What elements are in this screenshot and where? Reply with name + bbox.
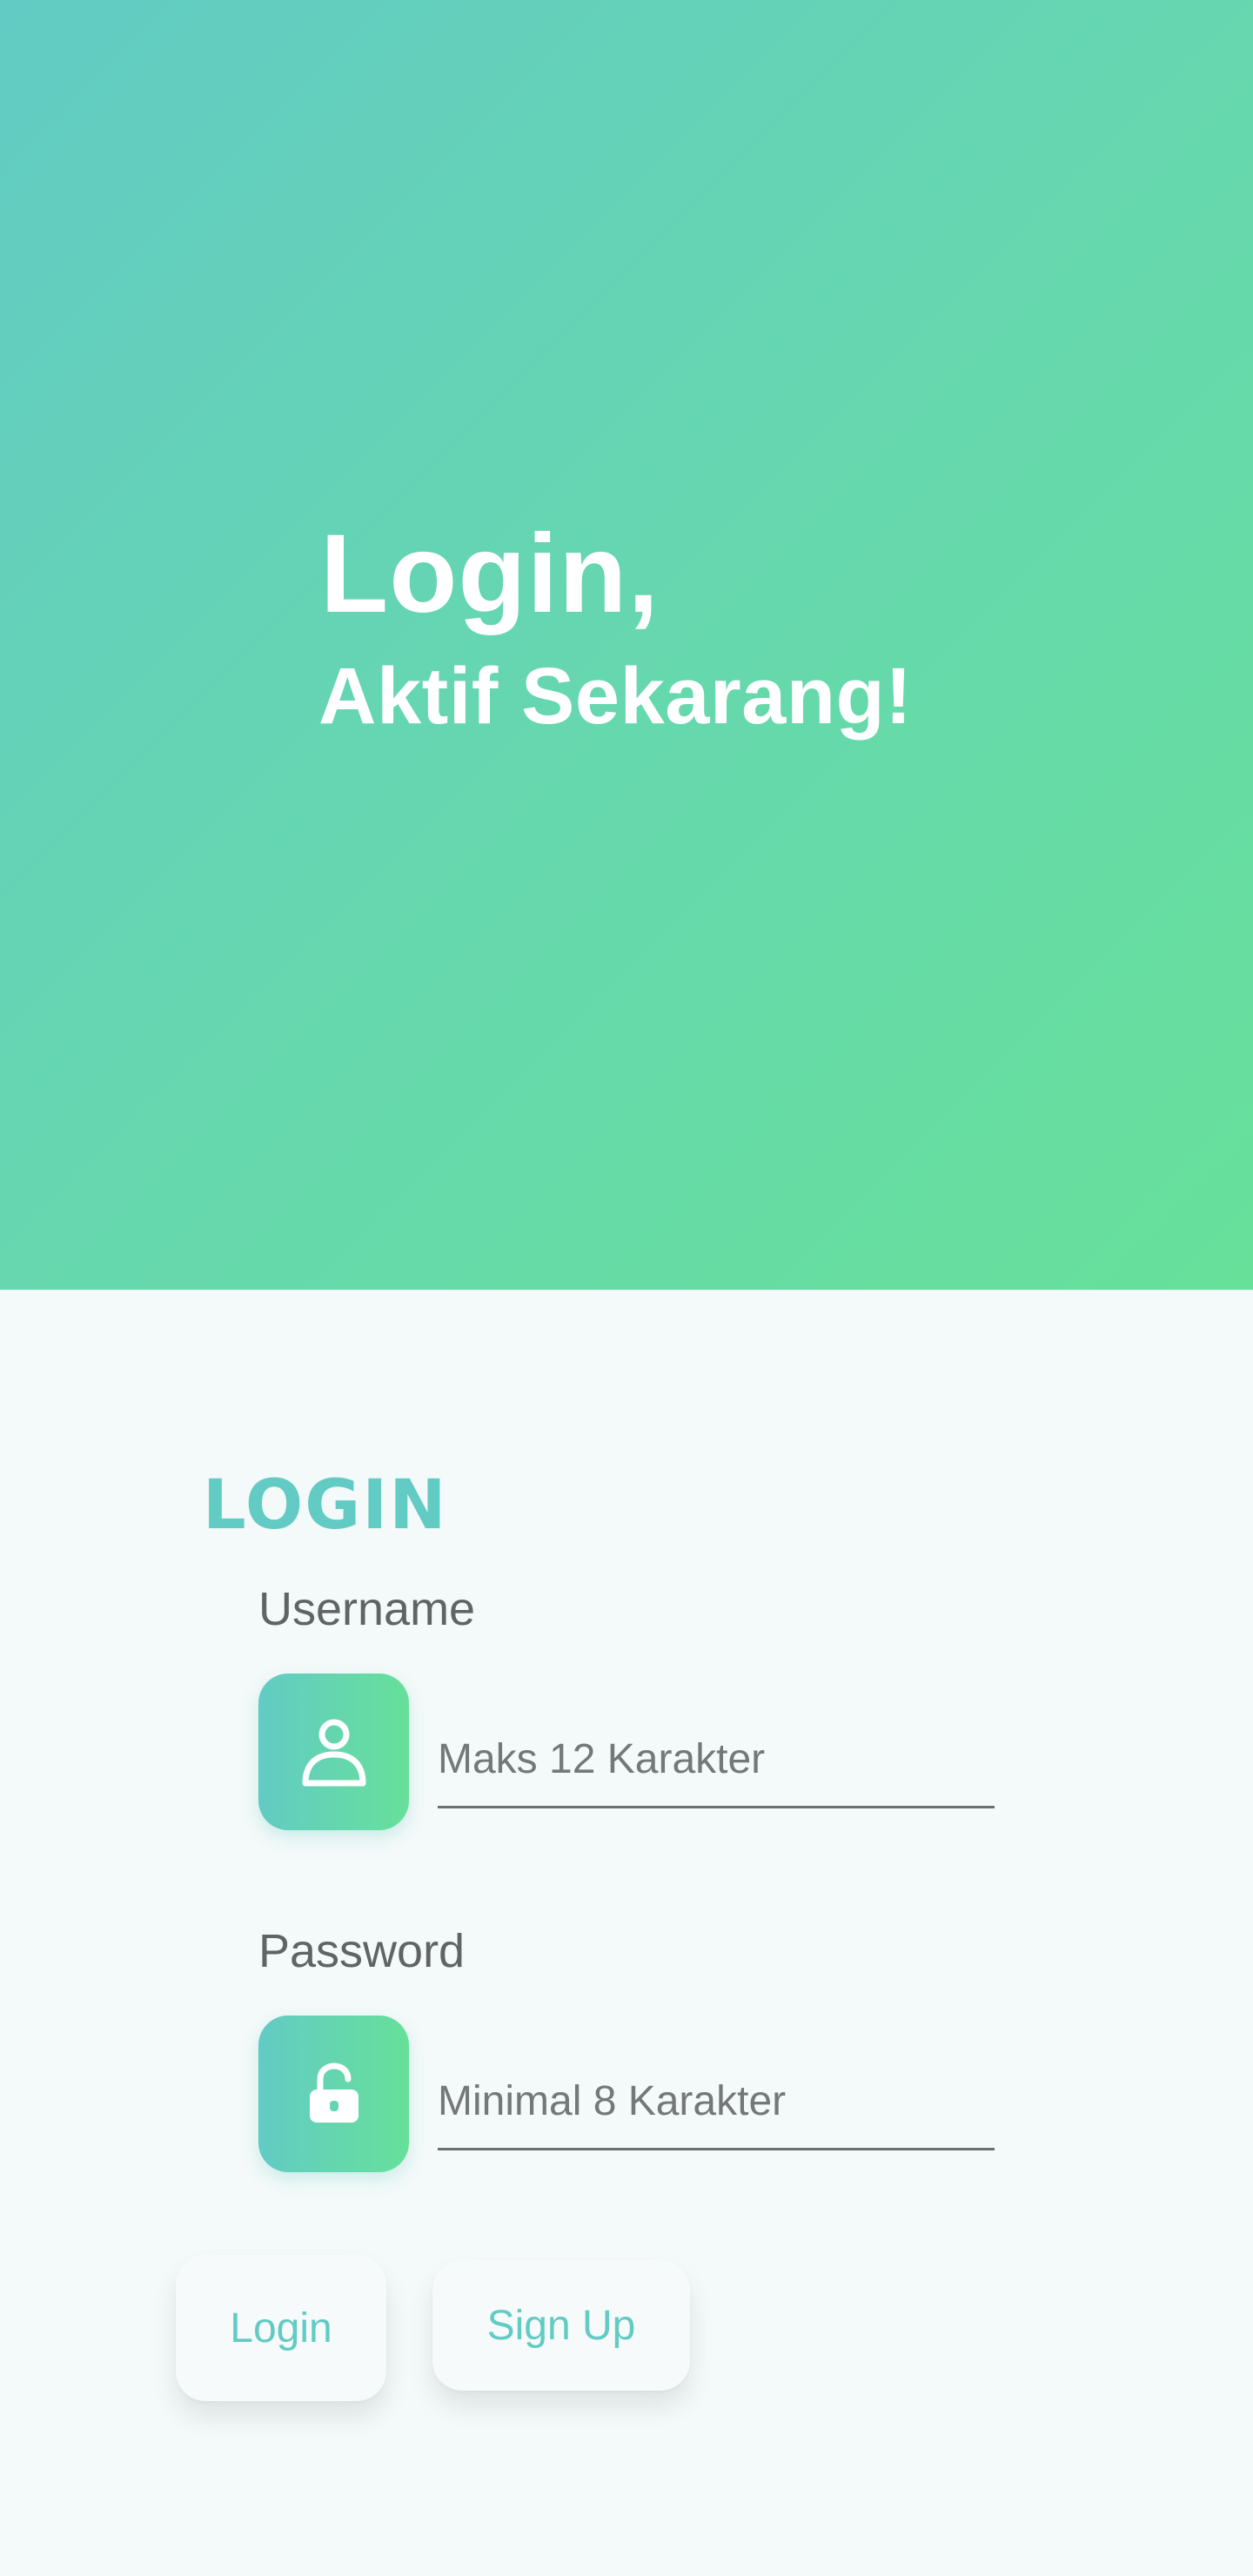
hero-title: Login, — [320, 512, 660, 636]
user-icon — [258, 1674, 409, 1830]
username-input[interactable] — [438, 1713, 995, 1808]
login-button[interactable]: Login — [176, 2255, 386, 2401]
hero-subtitle: Aktif Sekarang! — [318, 652, 913, 741]
unlock-icon-glyph — [309, 2063, 358, 2123]
signup-button[interactable]: Sign Up — [432, 2260, 690, 2391]
user-icon-glyph — [302, 1719, 365, 1787]
password-input[interactable] — [438, 2055, 995, 2150]
unlock-icon — [258, 2016, 409, 2172]
form-title: LOGIN — [203, 1466, 448, 1545]
username-label: Username — [258, 1583, 476, 1635]
password-label: Password — [258, 1925, 466, 1977]
hero-banner: Login, Aktif Sekarang! — [0, 0, 1253, 1290]
